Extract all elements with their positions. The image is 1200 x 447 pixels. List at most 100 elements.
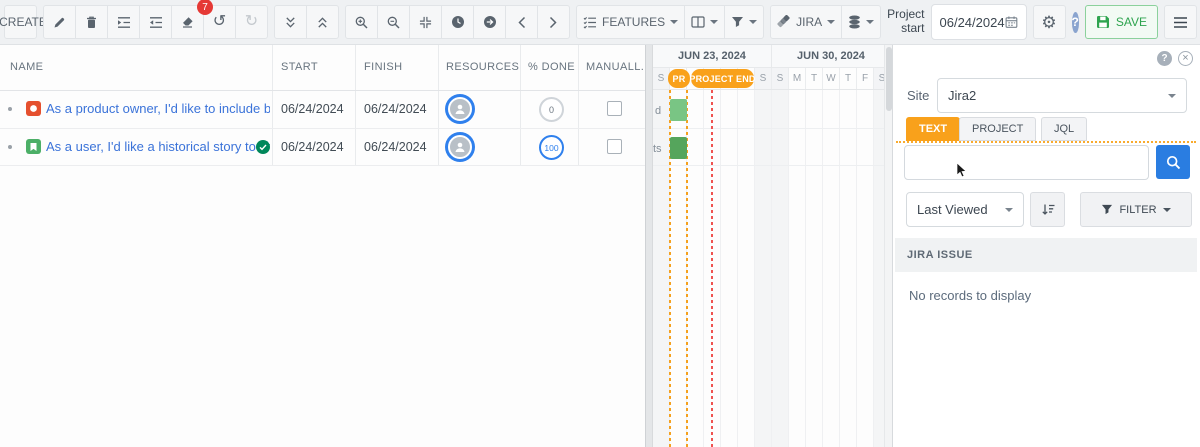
column-header-name[interactable]: NAME [10, 45, 43, 90]
drag-handle[interactable] [8, 107, 12, 111]
zoom-out-button[interactable] [377, 5, 410, 39]
go-to-task-button[interactable] [473, 5, 506, 39]
grid-gantt-splitter[interactable] [645, 45, 653, 447]
table-row[interactable]: As a user, I'd like a historical story t… [0, 128, 645, 166]
percent-done-badge[interactable]: 100 [539, 135, 564, 160]
manually-scheduled-checkbox[interactable] [607, 101, 622, 116]
edit-button[interactable] [43, 5, 76, 39]
gear-icon: ⚙ [1041, 14, 1056, 31]
jira-button-label: JIRA [796, 15, 822, 29]
current-time-button[interactable] [441, 5, 474, 39]
manually-scheduled-checkbox[interactable] [607, 139, 622, 154]
zoom-in-button[interactable] [345, 5, 378, 39]
start-date-cell[interactable]: 06/24/2024 [281, 90, 344, 128]
redo-button[interactable]: ↻ [235, 5, 268, 39]
drag-handle[interactable] [8, 145, 12, 149]
finish-date-cell[interactable]: 06/24/2024 [364, 90, 427, 128]
column-header-manually[interactable]: MANUALL... [586, 45, 651, 90]
save-icon [1096, 15, 1110, 29]
chevron-down-icon [710, 20, 718, 28]
columns-button[interactable] [684, 5, 725, 39]
redo-icon: ↻ [245, 14, 258, 30]
question-icon: ? [1072, 15, 1079, 29]
sort-direction-button[interactable] [1030, 192, 1065, 227]
features-group: FEATURES [576, 5, 764, 39]
delete-button[interactable] [75, 5, 108, 39]
synced-check-icon [256, 140, 270, 154]
indent-button[interactable] [107, 5, 140, 39]
search-input[interactable] [904, 145, 1149, 180]
chevron-down-icon [1005, 208, 1013, 216]
chevron-left-icon [517, 16, 526, 29]
table-row[interactable]: As a product owner, I'd like to include … [0, 90, 645, 128]
day-cell: T [840, 68, 857, 89]
undo-count-badge: 7 [197, 0, 213, 15]
collapse-all-button[interactable] [274, 5, 307, 39]
start-date-cell[interactable]: 06/24/2024 [281, 128, 344, 166]
task-bar[interactable] [670, 137, 687, 159]
chevron-down-icon [670, 20, 678, 28]
jira-button[interactable]: JIRA [770, 5, 842, 39]
assignee-avatar[interactable] [445, 94, 475, 124]
column-header-finish[interactable]: FINISH [364, 45, 402, 90]
gantt-vertical-scrollbar[interactable] [884, 45, 892, 447]
panel-help-button[interactable]: ? [1157, 51, 1172, 66]
jira-story-icon [26, 139, 41, 154]
funnel-icon [731, 16, 744, 28]
sort-by-select[interactable]: Last Viewed [906, 192, 1024, 227]
filter-button[interactable] [724, 5, 764, 39]
settings-button[interactable]: ⚙ [1033, 5, 1066, 39]
empty-results-message: No records to display [909, 288, 1031, 303]
week-label: JUN 23, 2024 [653, 45, 772, 67]
chevron-down-icon [827, 20, 835, 28]
tab-text[interactable]: TEXT [906, 117, 960, 141]
menu-button[interactable] [1164, 5, 1197, 39]
double-chevron-up-icon [316, 16, 329, 29]
week-label: JUN 30, 2024 [772, 45, 891, 67]
edit-group: 7 ↺ ↻ [43, 5, 268, 39]
search-icon [1166, 155, 1181, 170]
column-header-resources[interactable]: RESOURCES [446, 45, 519, 90]
undo-button[interactable]: 7 ↺ [203, 5, 236, 39]
data-source-button[interactable] [841, 5, 881, 39]
create-button[interactable]: CREATE [4, 5, 37, 39]
day-cell: M [789, 68, 806, 89]
expand-all-button[interactable] [306, 5, 339, 39]
active-tab-divider [896, 141, 1196, 143]
undo-icon: ↺ [213, 14, 226, 30]
gantt-chart: JUN 23, 2024 JUN 30, 2024 S M T W T F S … [653, 45, 892, 447]
project-start-date-input[interactable]: 06/24/2024 [931, 4, 1027, 40]
scroll-right-button[interactable] [537, 5, 570, 39]
panel-close-button[interactable]: × [1178, 51, 1193, 66]
outdent-icon [149, 16, 163, 29]
question-icon: ? [1161, 53, 1167, 64]
task-name-link[interactable]: As a product owner, I'd like to include … [46, 90, 270, 128]
features-button-label: FEATURES [602, 15, 665, 29]
filter-button-label: FILTER [1119, 204, 1156, 216]
project-start-label: Project start [887, 8, 924, 36]
sort-descending-icon [1041, 203, 1055, 216]
outdent-button[interactable] [139, 5, 172, 39]
features-button[interactable]: FEATURES [576, 5, 685, 39]
save-button[interactable]: SAVE [1085, 5, 1158, 39]
percent-done-badge[interactable]: 0 [539, 97, 564, 122]
help-button[interactable]: ? [1072, 12, 1079, 33]
column-header-start[interactable]: START [281, 45, 318, 90]
assignee-avatar[interactable] [445, 132, 475, 162]
fit-to-screen-button[interactable] [409, 5, 442, 39]
tab-project[interactable]: PROJECT [959, 117, 1036, 141]
finish-date-cell[interactable]: 06/24/2024 [364, 128, 427, 166]
filter-button-panel[interactable]: FILTER [1080, 192, 1192, 227]
jira-group: JIRA [770, 5, 881, 39]
task-bar[interactable] [670, 99, 687, 121]
site-select[interactable]: Jira2 [937, 78, 1187, 113]
chevron-right-icon [549, 16, 558, 29]
eraser-icon [181, 16, 194, 28]
scroll-left-button[interactable] [505, 5, 538, 39]
tab-jql[interactable]: JQL [1041, 117, 1087, 141]
task-name-link[interactable]: As a user, I'd like a historical story t… [46, 128, 270, 166]
search-button[interactable] [1156, 145, 1190, 179]
today-line [711, 90, 713, 447]
column-header-done[interactable]: % DONE [528, 45, 575, 90]
task-bar-label: d [655, 105, 661, 117]
